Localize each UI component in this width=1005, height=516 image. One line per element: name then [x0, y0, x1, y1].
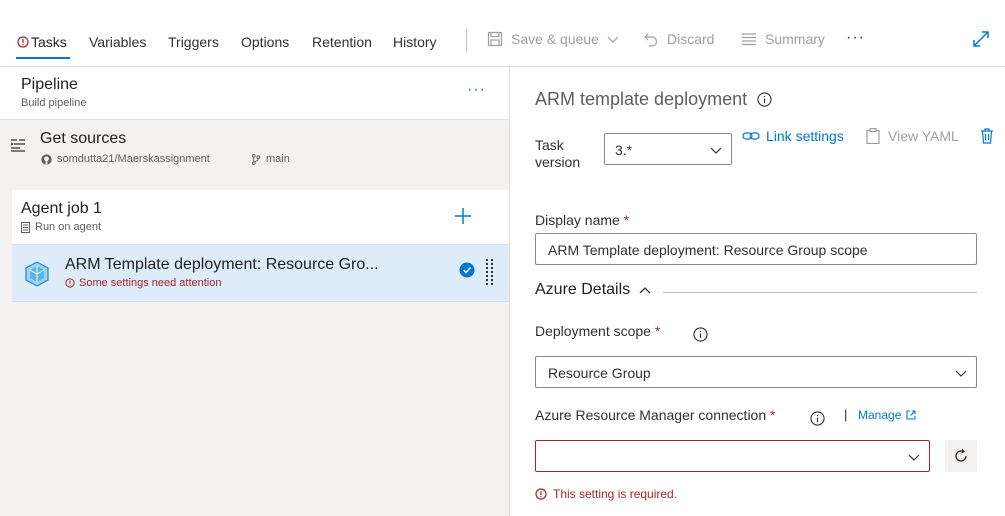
agent-job-subtitle: Run on agent	[21, 221, 101, 233]
github-icon	[41, 153, 52, 165]
tab-tasks[interactable]: Tasks	[31, 34, 67, 50]
task-title: ARM Template deployment: Resource Gro...	[65, 256, 379, 273]
repo-name: somdutta21/Maerskassignment	[57, 153, 210, 165]
list-icon	[742, 33, 756, 46]
tab-triggers[interactable]: Triggers	[168, 34, 219, 50]
details-title: ARM template deployment	[535, 89, 772, 110]
pipeline-subtitle: Build pipeline	[21, 97, 87, 109]
more-actions-button[interactable]: ···	[846, 29, 865, 47]
task-version-select[interactable]: 3.*	[604, 133, 732, 165]
top-bar: Tasks Variables Triggers Options Retenti…	[0, 0, 1005, 67]
expand-icon[interactable]	[972, 30, 990, 48]
pipeline-item[interactable]: Pipeline Build pipeline ···	[0, 67, 509, 120]
save-icon	[487, 31, 503, 47]
section-divider	[663, 292, 977, 293]
details-title-text: ARM template deployment	[535, 89, 748, 109]
deployment-scope-value: Resource Group	[548, 365, 651, 381]
section-title: Azure Details	[535, 281, 631, 298]
info-icon[interactable]	[693, 327, 708, 342]
active-tab-indicator	[16, 57, 70, 59]
display-name-field[interactable]: ARM Template deployment: Resource Group …	[535, 233, 977, 265]
discard-label: Discard	[667, 31, 715, 47]
chevron-down-icon	[710, 147, 722, 154]
link-icon	[742, 132, 760, 140]
tab-history[interactable]: History	[393, 34, 437, 50]
get-sources-title: Get sources	[40, 130, 127, 147]
connection-label: Azure Resource Manager connection *	[535, 407, 776, 423]
drag-handle-icon[interactable]	[486, 259, 494, 287]
summary-label: Summary	[765, 31, 825, 47]
info-icon[interactable]	[810, 411, 825, 426]
refresh-button[interactable]	[945, 440, 977, 472]
manage-link[interactable]: Manage	[858, 408, 916, 422]
pipeline-title: Pipeline	[21, 76, 78, 93]
tab-options[interactable]: Options	[241, 34, 289, 50]
delete-icon[interactable]	[980, 128, 994, 144]
task-list-panel: Pipeline Build pipeline ··· Get sources …	[0, 67, 510, 516]
save-queue-label: Save & queue	[511, 31, 599, 47]
task-warning-text: Some settings need attention	[79, 277, 222, 289]
toolbar-divider	[466, 29, 467, 53]
refresh-icon	[955, 448, 967, 462]
connection-select[interactable]	[535, 440, 930, 472]
branch-name: main	[266, 153, 290, 165]
save-queue-button[interactable]: Save & queue	[487, 31, 619, 47]
connection-error: This setting is required.	[535, 487, 677, 501]
error-icon	[17, 36, 29, 48]
sources-icon	[11, 139, 25, 152]
chevron-down-icon	[908, 454, 920, 461]
warning-icon	[65, 278, 75, 288]
task-enabled-check-icon[interactable]	[459, 262, 475, 278]
link-settings-button[interactable]: Link settings	[742, 128, 844, 144]
external-link-icon	[906, 410, 916, 420]
task-version-value: 3.*	[615, 142, 633, 158]
agent-job-subtitle-text: Run on agent	[35, 221, 102, 233]
chevron-down-icon	[955, 370, 967, 377]
deployment-scope-label: Deployment scope *	[535, 323, 661, 339]
agent-job-item[interactable]: Agent job 1 Run on agent	[12, 190, 509, 245]
task-version-label: Task version	[535, 137, 581, 170]
undo-icon	[644, 33, 658, 47]
view-yaml-button[interactable]: View YAML	[866, 128, 959, 144]
branch-info: main	[251, 153, 290, 165]
deployment-scope-select[interactable]: Resource Group	[535, 356, 977, 388]
task-item-arm-deployment[interactable]: ARM Template deployment: Resource Gro...…	[12, 245, 509, 302]
arm-template-icon	[25, 261, 49, 287]
chevron-down-icon	[607, 36, 619, 43]
server-icon	[21, 221, 30, 233]
required-marker: *	[623, 212, 630, 228]
get-sources-item[interactable]: Get sources somdutta21/Maerskassignment …	[0, 120, 509, 176]
repo-info: somdutta21/Maerskassignment	[41, 153, 210, 165]
display-name-label: Display name *	[535, 212, 630, 228]
azure-details-section-toggle[interactable]: Azure Details	[535, 281, 652, 299]
agent-job-title: Agent job 1	[21, 200, 102, 217]
chevron-up-icon	[639, 287, 651, 294]
task-warning: Some settings need attention	[65, 277, 221, 289]
tab-retention[interactable]: Retention	[312, 34, 372, 50]
error-icon	[535, 488, 547, 500]
pipeline-more-button[interactable]: ···	[467, 81, 486, 99]
error-text: This setting is required.	[553, 487, 678, 501]
discard-button[interactable]: Discard	[643, 31, 714, 47]
display-name-value: ARM Template deployment: Resource Group …	[548, 242, 868, 258]
tab-variables[interactable]: Variables	[89, 34, 146, 50]
clipboard-icon	[866, 128, 880, 144]
task-details-panel: ARM template deployment Task version 3.*…	[510, 67, 1005, 516]
summary-button[interactable]: Summary	[741, 31, 825, 47]
separator: |	[844, 407, 848, 422]
add-task-icon[interactable]	[453, 206, 473, 226]
branch-icon	[251, 153, 261, 165]
info-icon[interactable]	[757, 92, 772, 107]
